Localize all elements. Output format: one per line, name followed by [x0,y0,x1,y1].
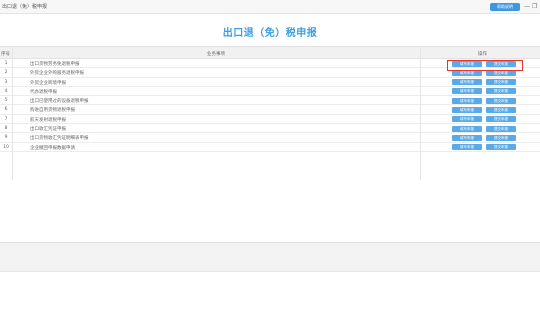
row-number: 3 [4,79,8,85]
submit-declaration-button[interactable]: 提交申报 [486,97,516,104]
row-item-name: 企业撤回申报数据申请 [30,145,75,151]
page-title: 出口退（免）税申报 [222,28,318,39]
top-bar: 出口退（免）税申报 帮助说明 — ❐ [0,0,540,14]
fill-declaration-button[interactable]: 填写申报 [452,125,482,132]
breadcrumb: 出口退（免）税申报 [2,4,48,10]
column-divider [420,46,421,180]
fill-declaration-button[interactable]: 填写申报 [452,88,482,95]
table-row: 4 代办退税申报 填写申报 提交申报 [0,87,540,97]
fill-declaration-button[interactable]: 填写申报 [452,79,482,86]
row-item-name: 出口货物收汇凭证明细表申报 [30,136,89,142]
submit-declaration-button[interactable]: 提交申报 [486,144,516,151]
maximize-icon[interactable]: ❐ [532,3,537,11]
row-item-name: 出口货物劳务免退税申报 [30,62,80,67]
submit-declaration-button[interactable]: 提交申报 [486,88,516,95]
row-number: 4 [4,88,8,94]
row-number: 7 [4,116,8,122]
highlight-box [447,60,523,71]
row-item-name: 代办退税申报 [30,89,57,95]
table-row: 3 外贸企业跨境申报 填写申报 提交申报 [0,78,540,87]
row-item-name: 外贸企业外购服务退税申报 [30,71,84,77]
row-number: 10 [3,144,9,150]
submit-declaration-button[interactable]: 提交申报 [486,134,516,141]
row-number: 2 [4,70,8,76]
fill-declaration-button[interactable]: 填写申报 [452,116,482,123]
column-header-no: 序号 [1,52,10,57]
row-number: 6 [4,107,8,113]
table-row: 6 购进自用货物退税申报 填写申报 提交申报 [0,105,540,115]
column-header-item: 业务事项 [207,52,225,57]
table-body: 1 出口货物劳务免退税申报 填写申报 提交申报 2 外贸企业外购服务退税申报 填写申报 提交申… [0,59,540,152]
row-number: 1 [4,61,8,66]
column-divider [12,46,13,180]
fill-declaration-button[interactable]: 填写申报 [452,97,482,104]
fill-declaration-button[interactable]: 填写申报 [452,106,482,113]
help-button[interactable]: 帮助说明 [490,3,520,11]
row-item-name: 购进自用货物退税申报 [30,108,75,114]
footer-area [0,242,540,272]
submit-declaration-button[interactable]: 提交申报 [486,125,516,132]
row-item-name: 外贸企业跨境申报 [30,80,66,86]
table-row: 7 航天发射退税申报 填写申报 提交申报 [0,115,540,125]
row-item-name: 出口已使用过的设备退税申报 [30,99,89,105]
minimize-icon[interactable]: — [524,3,530,11]
column-header-action: 操作 [478,52,487,57]
submit-declaration-button[interactable]: 提交申报 [486,116,516,123]
row-item-name: 出口收汇凭证申报 [30,127,66,133]
table-row: 8 出口收汇凭证申报 填写申报 提交申报 [0,124,540,134]
row-number: 9 [4,135,8,141]
row-number: 8 [4,126,8,132]
table-header: 序号 业务事项 操作 [0,46,540,59]
table-row: 5 出口已使用过的设备退税申报 填写申报 提交申报 [0,96,540,106]
table-row: 10 企业撤回申报数据申请 填写申报 提交申报 [0,143,540,152]
submit-declaration-button[interactable]: 提交申报 [486,79,516,86]
submit-declaration-button[interactable]: 提交申报 [486,106,516,113]
row-number: 5 [4,98,8,104]
fill-declaration-button[interactable]: 填写申报 [452,144,482,151]
fill-declaration-button[interactable]: 填写申报 [452,134,482,141]
row-item-name: 航天发射退税申报 [30,117,66,123]
table-row: 9 出口货物收汇凭证明细表申报 填写申报 提交申报 [0,133,540,143]
